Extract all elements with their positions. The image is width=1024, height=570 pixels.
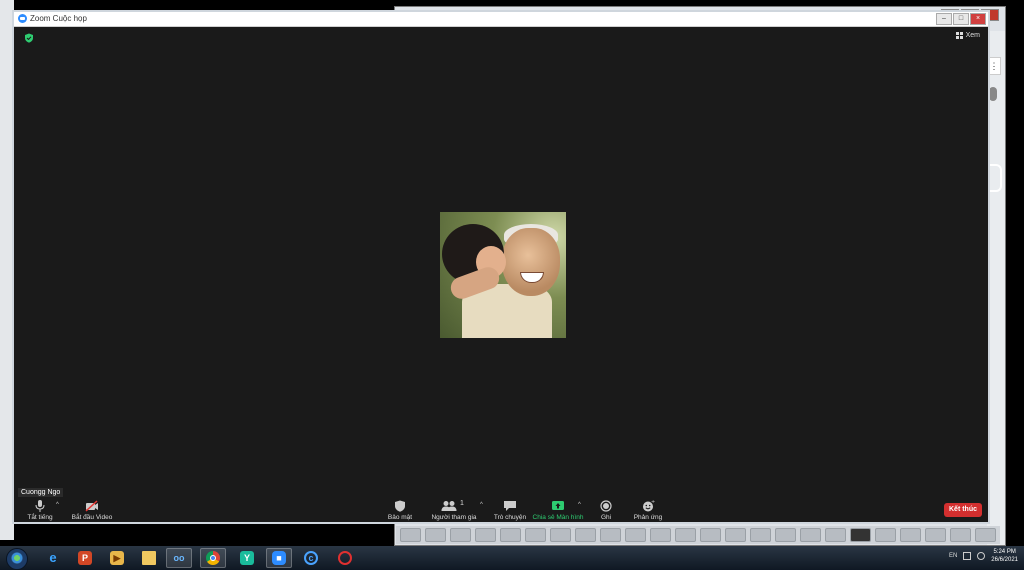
- thumbnail[interactable]: [850, 528, 871, 542]
- thumbnail[interactable]: [800, 528, 821, 542]
- action-center-icon[interactable]: [963, 552, 972, 560]
- thumbnail[interactable]: [550, 528, 571, 542]
- participant-profile-photo: [440, 212, 566, 338]
- thumbnail[interactable]: [825, 528, 846, 542]
- powerpoint-icon[interactable]: P: [72, 548, 98, 568]
- security-button[interactable]: Bảo mật: [370, 500, 430, 521]
- file-explorer-icon[interactable]: [136, 548, 162, 568]
- window-title: Zoom Cuộc họp: [30, 14, 87, 23]
- y-app-icon[interactable]: Y: [234, 548, 260, 568]
- security-label: Bảo mật: [387, 514, 413, 521]
- chat-label: Trò chuyện: [493, 514, 527, 521]
- minimize-button[interactable]: –: [936, 13, 952, 25]
- audio-options-caret-icon[interactable]: ^: [56, 502, 59, 508]
- security-shield-icon: [393, 500, 407, 512]
- thumbnail[interactable]: [475, 528, 496, 542]
- svg-text:+: +: [651, 500, 655, 505]
- internet-explorer-icon[interactable]: e: [40, 548, 66, 568]
- zoom-meeting-window: Zoom Cuộc họp – □ × Xem Cuongg Ngo Tắt t…: [12, 10, 990, 524]
- thumbnail[interactable]: [625, 528, 646, 542]
- encryption-shield-icon[interactable]: [24, 33, 34, 43]
- thumbnail[interactable]: [775, 528, 796, 542]
- mute-button[interactable]: Tắt tiếng: [10, 500, 70, 521]
- volume-icon[interactable]: [977, 552, 986, 560]
- record-icon: [599, 500, 613, 512]
- start-video-button[interactable]: Bắt đầu Video: [62, 500, 122, 521]
- thumbnail[interactable]: [975, 528, 996, 542]
- mute-label: Tắt tiếng: [27, 514, 53, 521]
- thumbnail[interactable]: [425, 528, 446, 542]
- reaction-smile-icon: +: [641, 499, 655, 512]
- start-button-icon[interactable]: [6, 548, 28, 570]
- participants-icon: 1: [441, 500, 467, 512]
- thumbnail[interactable]: [700, 528, 721, 542]
- zoom-titlebar: Zoom Cuộc họp – □ ×: [14, 12, 988, 27]
- system-tray: EN 5:24 PM 26/6/2021: [949, 548, 1018, 564]
- thumbnail[interactable]: [950, 528, 971, 542]
- zoom-taskbar-icon[interactable]: ■: [266, 548, 292, 568]
- language-indicator[interactable]: EN: [949, 553, 957, 559]
- background-thumbnail-strip: [396, 526, 1000, 544]
- participants-button[interactable]: 1 Người tham gia: [424, 500, 484, 521]
- microphone-icon: [33, 500, 47, 512]
- view-button[interactable]: Xem: [955, 32, 980, 39]
- participant-name-tag: Cuongg Ngo: [18, 488, 64, 497]
- zoom-window-controls: – □ ×: [936, 13, 986, 25]
- view-label: Xem: [965, 32, 980, 39]
- maximize-button[interactable]: □: [953, 13, 969, 25]
- thumbnail[interactable]: [500, 528, 521, 542]
- clock[interactable]: 5:24 PM 26/6/2021: [991, 548, 1018, 564]
- thumbnail[interactable]: [525, 528, 546, 542]
- thumbnail[interactable]: [725, 528, 746, 542]
- thumbnail[interactable]: [925, 528, 946, 542]
- thumbnail[interactable]: [575, 528, 596, 542]
- clock-date: 26/6/2021: [991, 557, 1018, 563]
- participants-count: 1: [460, 500, 464, 507]
- share-screen-icon: [551, 500, 565, 512]
- close-button[interactable]: ×: [970, 13, 986, 25]
- thumbnail[interactable]: [450, 528, 471, 542]
- zoom-logo-icon: [18, 14, 27, 23]
- reactions-label: Phản ứng: [633, 514, 663, 521]
- c-app-icon[interactable]: c: [298, 548, 324, 568]
- thumbnail[interactable]: [900, 528, 921, 542]
- reactions-button[interactable]: + Phản ứng: [618, 499, 678, 521]
- thumbnail[interactable]: [600, 528, 621, 542]
- clock-time: 5:24 PM: [993, 549, 1016, 555]
- thumbnail[interactable]: [400, 528, 421, 542]
- windows-taskbar: e P ▶ oo Y ■ c EN 5:24 PM 26/6/2021: [0, 546, 1024, 570]
- end-meeting-button[interactable]: Kết thúc: [944, 503, 982, 517]
- video-off-icon: [85, 500, 99, 512]
- grid-view-icon: [955, 32, 963, 39]
- chrome-icon[interactable]: [200, 548, 226, 568]
- owl-app-icon[interactable]: oo: [166, 548, 192, 568]
- chat-bubble-icon: [503, 500, 517, 512]
- thumbnail[interactable]: [650, 528, 671, 542]
- scroll-knob[interactable]: [989, 87, 997, 101]
- start-video-label: Bắt đầu Video: [71, 514, 113, 521]
- thumbnail[interactable]: [875, 528, 896, 542]
- thumbnail[interactable]: [750, 528, 771, 542]
- red-app-icon[interactable]: [332, 548, 358, 568]
- participants-label: Người tham gia: [431, 514, 477, 521]
- media-player-icon[interactable]: ▶: [104, 548, 130, 568]
- record-label: Ghi: [600, 514, 612, 521]
- thumbnail[interactable]: [675, 528, 696, 542]
